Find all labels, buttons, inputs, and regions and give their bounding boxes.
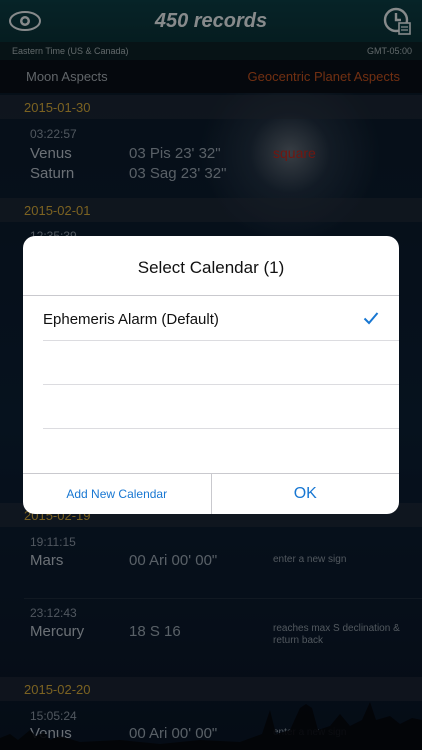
ok-button[interactable]: OK bbox=[212, 474, 400, 514]
calendar-option[interactable] bbox=[43, 385, 399, 429]
calendar-option[interactable] bbox=[43, 341, 399, 385]
dialog-title: Select Calendar (1) bbox=[137, 258, 285, 277]
select-calendar-dialog: Select Calendar (1) Ephemeris Alarm (Def… bbox=[23, 236, 399, 514]
checkmark-icon bbox=[363, 312, 379, 325]
calendar-option[interactable]: Ephemeris Alarm (Default) bbox=[43, 297, 399, 341]
add-new-calendar-button[interactable]: Add New Calendar bbox=[23, 474, 212, 514]
dialog-buttons: Add New Calendar OK bbox=[23, 473, 399, 514]
dialog-title-divider bbox=[23, 295, 399, 296]
calendar-option-label: Ephemeris Alarm (Default) bbox=[43, 311, 219, 328]
